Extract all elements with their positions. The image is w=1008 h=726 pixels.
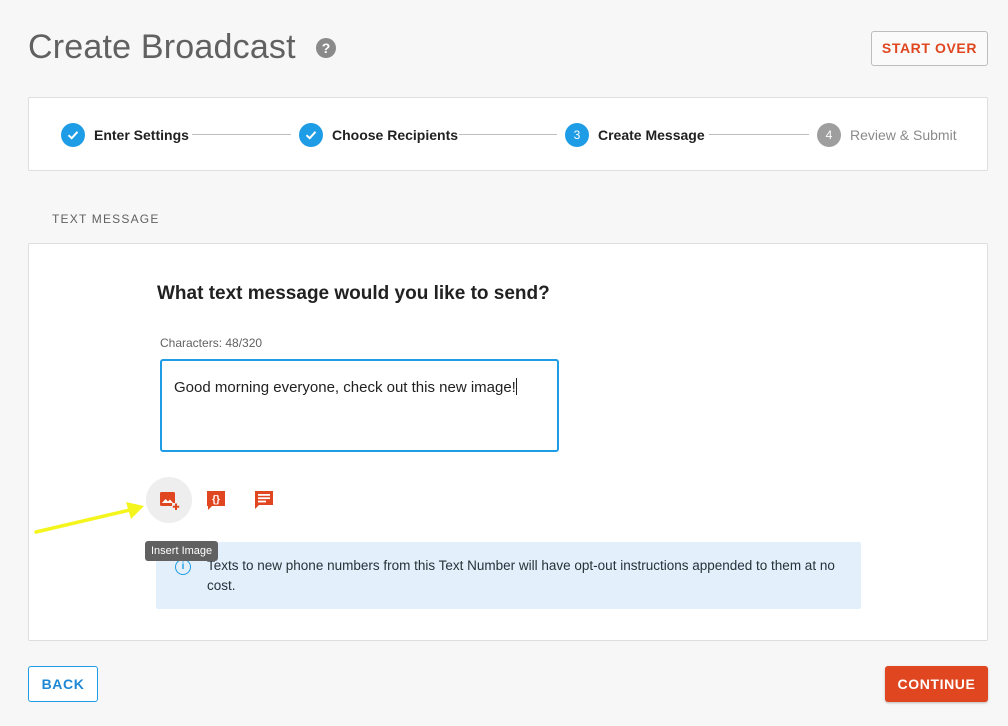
message-textarea[interactable]: Good morning everyone, check out this ne… xyxy=(160,359,559,452)
step-connector xyxy=(192,134,291,135)
message-text: Good morning everyone, check out this ne… xyxy=(174,379,516,396)
step-review-submit: 4 Review & Submit xyxy=(817,123,957,147)
start-over-button[interactable]: START OVER xyxy=(871,31,988,66)
saved-replies-button[interactable] xyxy=(241,477,287,523)
page-title: Create Broadcast xyxy=(28,28,296,66)
help-icon[interactable]: ? xyxy=(316,38,336,58)
continue-button[interactable]: CONTINUE xyxy=(885,666,988,702)
opt-out-info-banner: i Texts to new phone numbers from this T… xyxy=(156,542,861,609)
check-icon xyxy=(61,123,85,147)
svg-text:{}: {} xyxy=(212,495,220,506)
step-create-message: 3 Create Message xyxy=(565,123,705,147)
back-button[interactable]: BACK xyxy=(28,666,98,702)
step-label: Choose Recipients xyxy=(332,127,459,143)
step-label: Create Message xyxy=(598,127,705,143)
insert-image-tooltip: Insert Image xyxy=(145,541,219,561)
check-icon xyxy=(299,123,323,147)
insert-variable-button[interactable]: {} xyxy=(193,477,239,523)
insert-variable-icon: {} xyxy=(207,491,225,510)
step-number: 3 xyxy=(565,123,589,147)
insert-image-icon xyxy=(160,492,180,511)
saved-replies-icon xyxy=(255,491,273,509)
step-choose-recipients: Choose Recipients xyxy=(299,123,458,147)
text-cursor xyxy=(515,378,517,395)
step-label: Enter Settings xyxy=(94,127,189,143)
step-enter-settings: Enter Settings xyxy=(61,123,189,147)
section-label: TEXT MESSAGE xyxy=(52,212,160,226)
message-question: What text message would you like to send… xyxy=(157,283,550,304)
stepper: Enter Settings Choose Recipients 3 Creat… xyxy=(28,97,988,171)
step-connector xyxy=(709,134,809,135)
message-card: What text message would you like to send… xyxy=(28,243,988,641)
info-icon: i xyxy=(175,559,191,575)
character-count: Characters: 48/320 xyxy=(160,336,263,350)
step-label: Review & Submit xyxy=(850,127,957,143)
annotation-arrow-icon xyxy=(34,502,144,534)
step-connector xyxy=(459,134,557,135)
step-number: 4 xyxy=(817,123,841,147)
info-text: Texts to new phone numbers from this Tex… xyxy=(207,558,835,593)
insert-image-button[interactable] xyxy=(146,477,192,523)
